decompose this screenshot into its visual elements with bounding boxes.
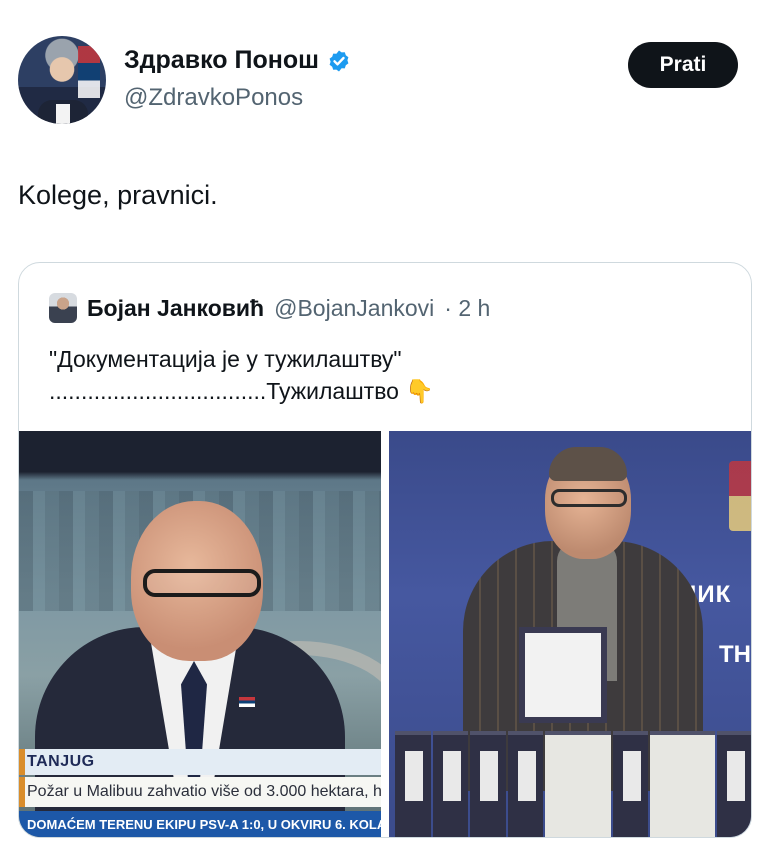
photo-tv-interview[interactable]: TANJUG Požar u Malibuu zahvatio više od … (19, 431, 381, 837)
binder-row (389, 731, 751, 837)
binder (650, 731, 716, 837)
flag-pin (239, 697, 255, 707)
quoted-avatar[interactable] (49, 293, 77, 323)
binder (395, 731, 431, 837)
author-avatar[interactable] (18, 36, 106, 124)
ticker-headline: Požar u Malibuu zahvatio više od 3.000 h… (19, 777, 381, 807)
person-hair (549, 447, 627, 481)
person-glasses (143, 569, 261, 597)
quoted-timestamp[interactable]: · 2 h (444, 295, 490, 322)
quoted-header: Бојан Јанковић @BojanJankovi · 2 h (49, 293, 490, 323)
binder (545, 731, 611, 837)
follow-button[interactable]: Prati (628, 42, 738, 88)
photo-press-conference[interactable]: НИК ТН (389, 431, 751, 837)
binder (507, 731, 544, 837)
quoted-media[interactable]: TANJUG Požar u Malibuu zahvatio više od … (19, 431, 751, 837)
tweet-header: Здравко Понош @ZdravkoPonos Prati (18, 36, 738, 126)
quoted-author-name[interactable]: Бојан Јанковић (87, 295, 264, 322)
news-ticker: TANJUG Požar u Malibuu zahvatio više od … (19, 749, 381, 837)
verified-badge-icon (329, 50, 349, 71)
binder (432, 731, 469, 837)
held-binder (519, 627, 607, 723)
binder (612, 731, 649, 837)
author-name[interactable]: Здравко Понош (124, 46, 319, 75)
backdrop-text-2: ТН (719, 641, 751, 668)
author-name-row: Здравко Понош (124, 46, 351, 75)
avatar-shirt (56, 104, 70, 124)
ticker-crawl: DOMAĆEM TERENU EKIPU PSV-A 1:0, U OKVIRU… (19, 811, 381, 837)
quoted-text: "Документација је у тужилаштву" ........… (49, 346, 434, 404)
tweet-text: Kolege, pravnici. (18, 180, 218, 210)
quoted-author-handle[interactable]: @BojanJankovi (274, 295, 434, 322)
binder (470, 731, 506, 837)
coat-of-arms (729, 461, 751, 531)
binder (717, 731, 751, 837)
ticker-source: TANJUG (19, 749, 381, 775)
flag-decoration (78, 46, 100, 98)
author-handle[interactable]: @ZdravkoPonos (124, 84, 303, 112)
quoted-tweet[interactable]: Бојан Јанковић @BojanJankovi · 2 h "Доку… (18, 262, 752, 838)
person-glasses (551, 489, 627, 507)
